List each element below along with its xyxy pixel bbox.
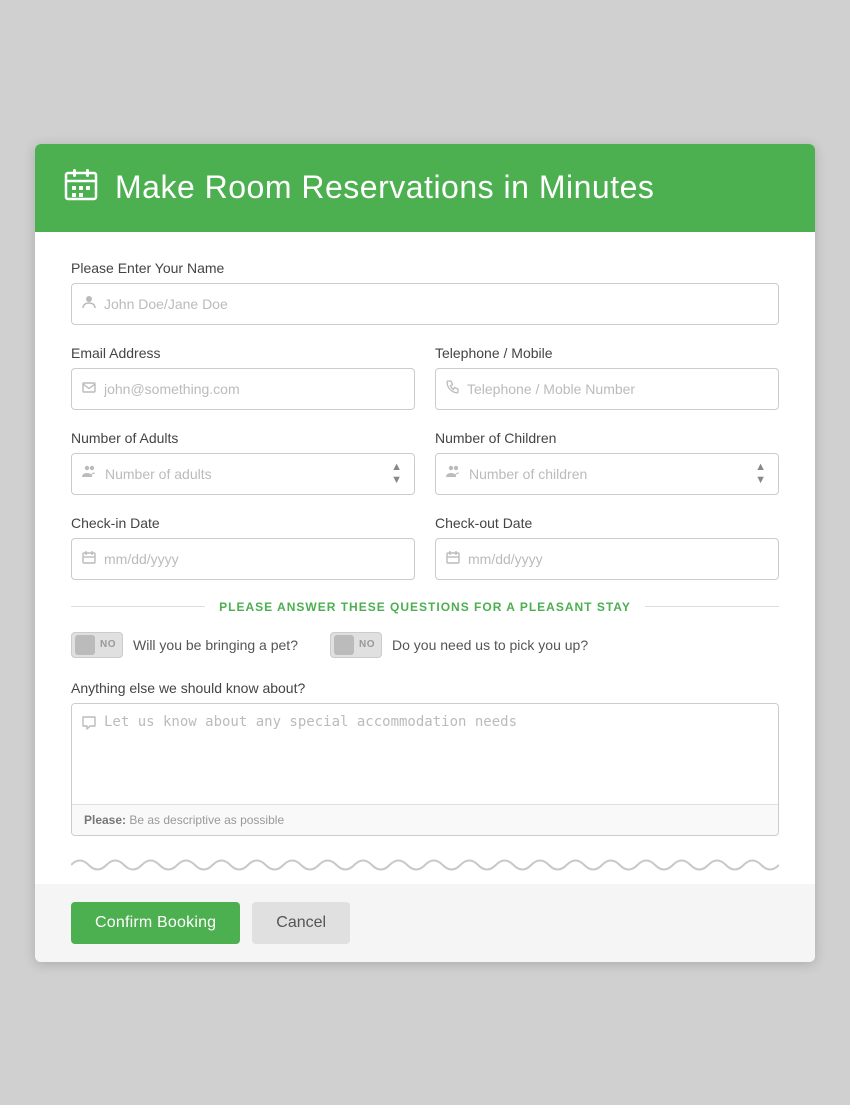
- adults-decrement[interactable]: ▼: [389, 474, 404, 487]
- extra-label: Anything else we should know about?: [71, 680, 779, 696]
- divider-right: [645, 606, 779, 607]
- form-body: Please Enter Your Name Email Address: [35, 232, 815, 884]
- children-label: Number of Children: [435, 430, 779, 446]
- phone-icon: [446, 380, 459, 398]
- checkout-input[interactable]: [468, 551, 768, 567]
- checkin-field-col: Check-in Date: [71, 515, 415, 580]
- checkout-date-wrapper: [435, 538, 779, 580]
- reservation-card: Make Room Reservations in Minutes Please…: [35, 144, 815, 962]
- textarea-note: Please: Be as descriptive as possible: [72, 804, 778, 835]
- pet-toggle-label: Will you be bringing a pet?: [133, 637, 298, 653]
- pickup-toggle-label: Do you need us to pick you up?: [392, 637, 588, 653]
- phone-label: Telephone / Mobile: [435, 345, 779, 361]
- adults-children-row: Number of Adults ▲ ▼: [71, 430, 779, 495]
- checkin-calendar-icon: [82, 550, 96, 568]
- name-field-row: Please Enter Your Name: [71, 260, 779, 325]
- header-section: Make Room Reservations in Minutes: [35, 144, 815, 232]
- children-increment[interactable]: ▲: [753, 461, 768, 474]
- children-decrement[interactable]: ▼: [753, 474, 768, 487]
- extra-notes-section: Anything else we should know about? Plea…: [71, 680, 779, 836]
- calendar-icon: [63, 166, 99, 210]
- textarea-note-bold: Please:: [84, 813, 126, 827]
- checkout-label: Check-out Date: [435, 515, 779, 531]
- children-spinner-wrapper: ▲ ▼: [435, 453, 779, 495]
- pickup-toggle-no-label: NO: [359, 639, 375, 650]
- email-input-wrapper: [71, 368, 415, 410]
- questions-divider: PLEASE ANSWER THESE QUESTIONS FOR A PLEA…: [71, 600, 779, 614]
- adults-spinner-buttons: ▲ ▼: [389, 461, 404, 487]
- children-input[interactable]: [469, 466, 747, 482]
- textarea-inner: [72, 704, 778, 804]
- phone-field-col: Telephone / Mobile: [435, 345, 779, 410]
- checkin-input[interactable]: [104, 551, 404, 567]
- children-icon: [446, 464, 461, 483]
- children-field-col: Number of Children ▲ ▼: [435, 430, 779, 495]
- wavy-separator: [71, 856, 779, 874]
- divider-left: [71, 606, 205, 607]
- pickup-toggle-item: NO Do you need us to pick you up?: [330, 632, 588, 658]
- pet-toggle[interactable]: NO: [71, 632, 123, 658]
- footer-section: Confirm Booking Cancel: [35, 884, 815, 962]
- phone-input[interactable]: [467, 381, 768, 397]
- checkout-calendar-icon: [446, 550, 460, 568]
- email-label: Email Address: [71, 345, 415, 361]
- textarea-wrapper: Please: Be as descriptive as possible: [71, 703, 779, 836]
- pet-toggle-item: NO Will you be bringing a pet?: [71, 632, 298, 658]
- adults-label: Number of Adults: [71, 430, 415, 446]
- email-input[interactable]: [104, 381, 404, 397]
- adults-spinner-wrapper: ▲ ▼: [71, 453, 415, 495]
- questions-banner-text: PLEASE ANSWER THESE QUESTIONS FOR A PLEA…: [205, 600, 645, 614]
- email-phone-row: Email Address Telephone / Mobile: [71, 345, 779, 410]
- name-input[interactable]: [104, 296, 768, 312]
- checkin-date-wrapper: [71, 538, 415, 580]
- comment-icon: [82, 716, 96, 734]
- textarea-note-text: Be as descriptive as possible: [126, 813, 284, 827]
- checkin-label: Check-in Date: [71, 515, 415, 531]
- phone-input-wrapper: [435, 368, 779, 410]
- dates-row: Check-in Date Check-out Date: [71, 515, 779, 580]
- pickup-toggle-knob: [334, 635, 354, 655]
- pet-toggle-no-label: NO: [100, 639, 116, 650]
- adults-field-col: Number of Adults ▲ ▼: [71, 430, 415, 495]
- email-field-col: Email Address: [71, 345, 415, 410]
- adults-increment[interactable]: ▲: [389, 461, 404, 474]
- checkout-field-col: Check-out Date: [435, 515, 779, 580]
- pickup-toggle[interactable]: NO: [330, 632, 382, 658]
- cancel-button[interactable]: Cancel: [252, 902, 350, 944]
- children-spinner-buttons: ▲ ▼: [753, 461, 768, 487]
- adults-icon: [82, 464, 97, 483]
- email-icon: [82, 380, 96, 397]
- person-icon: [82, 295, 96, 313]
- header-title: Make Room Reservations in Minutes: [115, 169, 654, 206]
- extra-textarea[interactable]: [104, 714, 768, 794]
- name-input-wrapper: [71, 283, 779, 325]
- toggles-row: NO Will you be bringing a pet? NO Do you…: [71, 632, 779, 658]
- pet-toggle-knob: [75, 635, 95, 655]
- confirm-booking-button[interactable]: Confirm Booking: [71, 902, 240, 944]
- name-label: Please Enter Your Name: [71, 260, 779, 276]
- adults-input[interactable]: [105, 466, 383, 482]
